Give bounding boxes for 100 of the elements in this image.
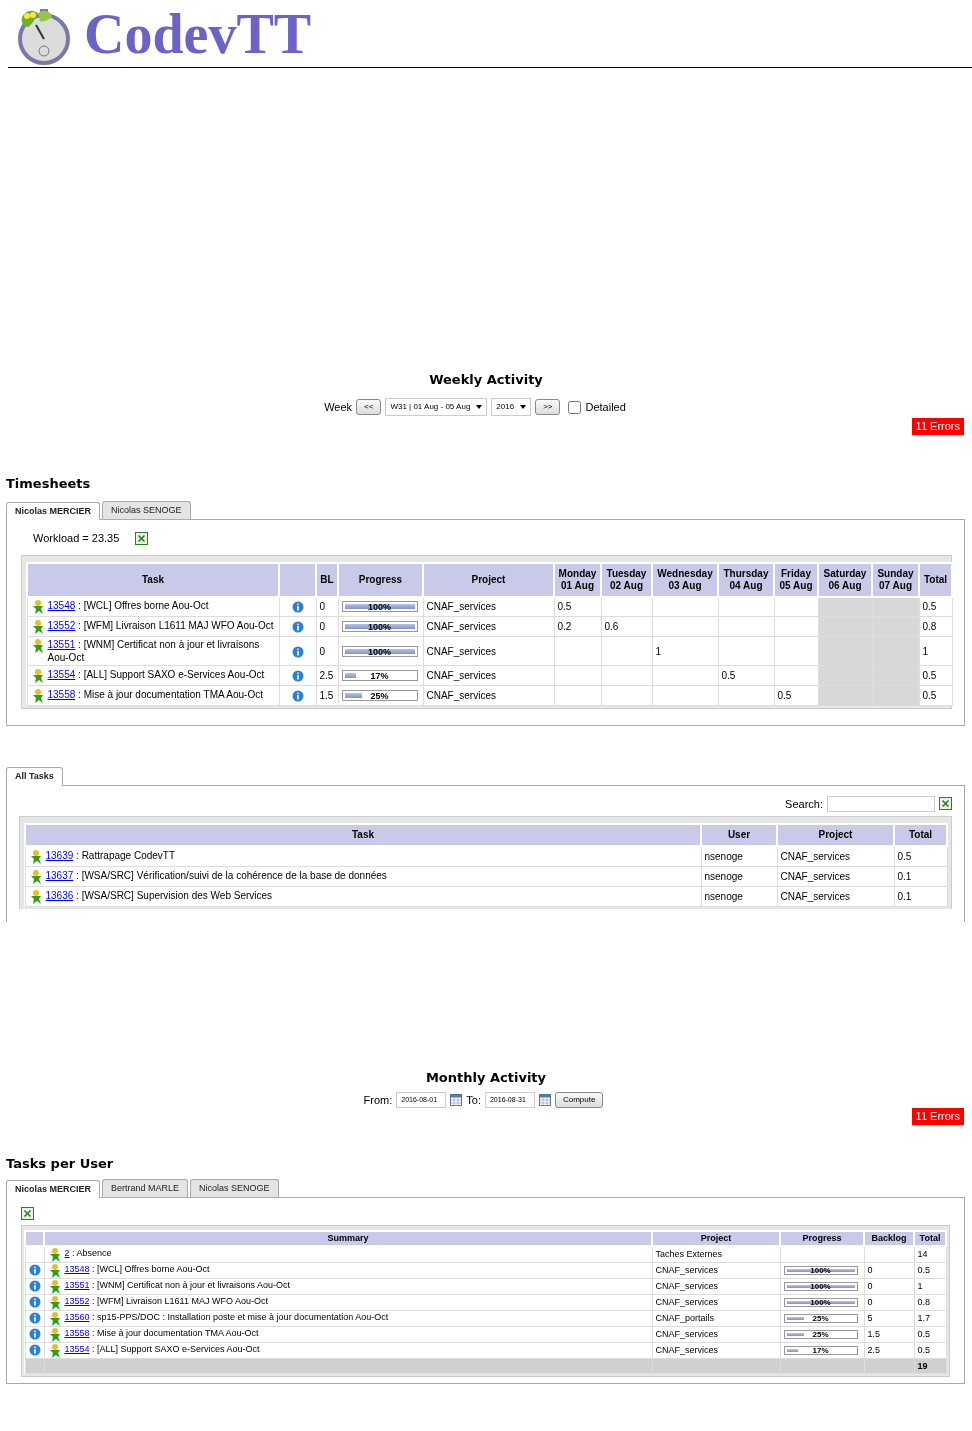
progress-label: 25% — [811, 1312, 830, 1325]
table-cell: 0.5 — [917, 1329, 930, 1339]
table-cell: CNAF_services — [426, 645, 496, 657]
table-cell: CNAF_portails — [655, 1313, 715, 1323]
column-header: Backlog — [871, 1232, 907, 1243]
info-icon[interactable] — [28, 1296, 41, 1309]
progress-label: 100% — [367, 621, 392, 634]
column-header: User — [727, 829, 751, 840]
error-count[interactable]: 11 Errors — [911, 1108, 964, 1125]
info-icon[interactable] — [28, 1280, 41, 1293]
section-title: Tasks per User — [6, 1154, 115, 1173]
info-icon[interactable] — [28, 1344, 41, 1357]
previous-week-button[interactable]: << — [356, 399, 382, 415]
table-cell: 0 — [867, 1265, 873, 1275]
table-cell: CNAF_services — [426, 670, 496, 681]
task-summary: 13552 : [WFM] Livraison L1611 MAJ WFO Aou-Oct — [47, 619, 274, 632]
info-icon[interactable] — [291, 621, 304, 634]
tab[interactable]: Bertrand MARLE — [102, 1178, 189, 1197]
spreadsheet-icon[interactable] — [135, 531, 149, 545]
column-header: 01 Aug — [560, 579, 595, 592]
task-link[interactable]: 2 — [64, 1247, 70, 1258]
year-select[interactable]: 2016 — [491, 398, 532, 416]
table-cell: 1.5 — [319, 690, 334, 701]
column-header: Total — [923, 573, 948, 585]
task-link[interactable]: 13552 — [47, 620, 76, 631]
caret-icon — [476, 405, 483, 409]
week-select[interactable]: W31 | 01 Aug - 05 Aug — [385, 398, 488, 416]
task-link[interactable]: 13552 — [64, 1295, 90, 1306]
table-cell: 0.8 — [922, 621, 937, 632]
column-header: 03 Aug — [667, 579, 703, 592]
caret-icon — [520, 405, 527, 409]
table-cell: nsenoge — [704, 870, 743, 882]
task-link[interactable]: 13639 — [45, 849, 74, 861]
section-title: Monthly Activity — [424, 1068, 548, 1087]
task-summary: 13554 : [ALL] Support SAXO e-Services Aou-Oct — [64, 1342, 260, 1355]
info-icon[interactable] — [291, 601, 304, 614]
search-label: Search: — [785, 796, 823, 812]
task-link[interactable]: 13554 — [64, 1343, 90, 1354]
column-header: Task — [141, 573, 165, 585]
compute-button[interactable]: Compute — [554, 1091, 604, 1108]
spreadsheet-icon[interactable] — [939, 797, 952, 811]
task-link[interactable]: 13558 — [47, 689, 76, 700]
logo-text: CodevTT — [84, 5, 312, 62]
calendar-icon[interactable] — [538, 1093, 551, 1106]
tab[interactable]: Nicolas MERCIER — [6, 1179, 101, 1198]
column-header: 05 Aug — [778, 579, 814, 592]
task-link[interactable]: 13551 — [64, 1279, 90, 1290]
column-header: Progress — [802, 1232, 842, 1243]
grand-total: 19 — [917, 1360, 928, 1371]
column-header: 04 Aug — [728, 579, 764, 592]
tab[interactable]: Nicolas SENOGE — [102, 500, 191, 519]
task-link[interactable]: 13636 — [45, 889, 74, 901]
info-icon[interactable] — [28, 1328, 41, 1341]
table-cell: CNAF_services — [655, 1345, 718, 1355]
table-cell: CNAF_services — [780, 850, 850, 862]
task-link[interactable]: 13558 — [64, 1327, 90, 1338]
section-title: Timesheets — [6, 474, 92, 493]
task-link[interactable]: 13548 — [64, 1263, 90, 1274]
task-link[interactable]: 13560 — [64, 1311, 90, 1322]
task-summary: 2 : Absence — [64, 1246, 112, 1259]
column-header: Friday — [780, 567, 812, 580]
info-icon[interactable] — [28, 1312, 41, 1325]
table-cell: 0.5 — [922, 670, 937, 681]
table-cell: 1 — [922, 645, 929, 657]
task-link[interactable]: 13548 — [47, 600, 76, 612]
progress-label: 100% — [809, 1296, 832, 1309]
table-cell: 1.5 — [867, 1329, 880, 1339]
search-field[interactable] — [827, 795, 935, 812]
info-icon[interactable] — [291, 690, 304, 703]
to-label: To: — [466, 1092, 481, 1108]
week-label: Week — [324, 399, 353, 415]
task-summary: 13637 : [WSA/SRC] Vérification/suivi de la cohérence de la base de données — [45, 868, 387, 882]
column-header: Wednesday — [656, 567, 714, 580]
tab[interactable]: Nicolas MERCIER — [6, 501, 101, 520]
table-cell: CNAF_services — [426, 621, 496, 632]
task-link[interactable]: 13554 — [47, 669, 76, 680]
column-header: Monday — [557, 567, 598, 580]
detailed-checkbox[interactable] — [568, 400, 582, 414]
task-link[interactable]: 13637 — [45, 869, 74, 881]
table-cell: CNAF_services — [426, 601, 496, 613]
info-icon[interactable] — [28, 1264, 41, 1277]
table-cell: 1.7 — [917, 1313, 930, 1323]
info-icon[interactable] — [291, 645, 304, 658]
table-cell: 0.5 — [917, 1265, 930, 1275]
column-header: Thursday — [722, 567, 770, 580]
table-cell: 14 — [917, 1249, 928, 1259]
task-summary: 13560 : sp15-PPS/DOC : Installation poste et mise à jour documentation Aou-Oct — [64, 1310, 389, 1323]
table-cell: CNAF_services — [655, 1329, 718, 1339]
tab[interactable]: Nicolas SENOGE — [190, 1178, 279, 1197]
table-cell: 0.5 — [557, 601, 572, 613]
table-cell: 0.2 — [557, 621, 572, 632]
task-link[interactable]: 13551 — [47, 639, 76, 650]
from-label: From: — [363, 1092, 393, 1108]
calendar-icon[interactable] — [450, 1093, 463, 1106]
task-summary: 13558 : Mise à jour documentation TMA Aou-Oct — [64, 1326, 259, 1339]
spreadsheet-icon[interactable] — [21, 1206, 34, 1220]
info-icon[interactable] — [291, 670, 304, 683]
error-count[interactable]: 11 Errors — [911, 418, 964, 435]
tab[interactable]: All Tasks — [6, 767, 63, 786]
next-week-button[interactable]: >> — [535, 399, 561, 415]
